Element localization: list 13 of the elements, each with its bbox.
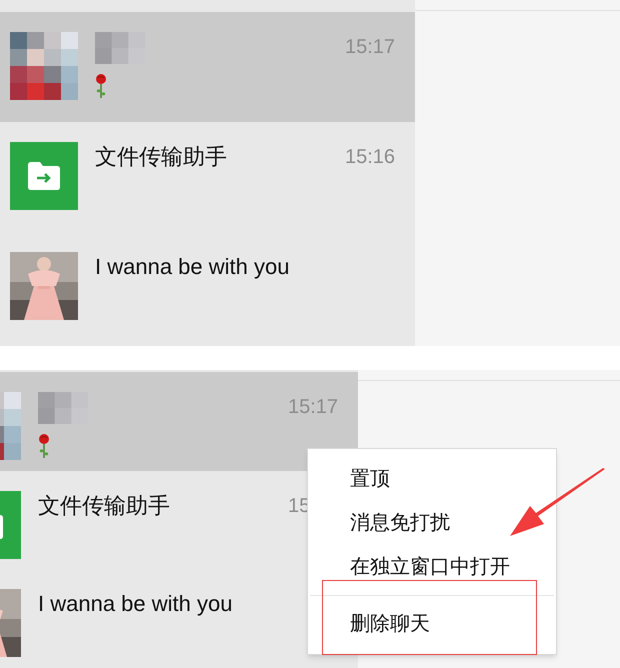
chat-time: 15:17	[345, 35, 396, 60]
chat-name: 文件传输助手	[95, 143, 227, 171]
chat-name: I wanna be with you	[95, 253, 290, 281]
menu-item[interactable]: 消息免打扰	[308, 501, 556, 545]
chat-time: 15:17	[288, 395, 338, 420]
rose-icon	[95, 74, 107, 98]
file-transfer-icon	[10, 142, 78, 210]
menu-item[interactable]: 在独立窗口中打开	[308, 545, 556, 589]
rose-icon	[38, 434, 50, 458]
chat-time: 15:16	[345, 145, 396, 170]
menu-item[interactable]: 删除聊天	[308, 602, 556, 646]
chat-name: I wanna be with you	[38, 590, 232, 618]
chat-name: 文件传输助手	[38, 492, 170, 520]
